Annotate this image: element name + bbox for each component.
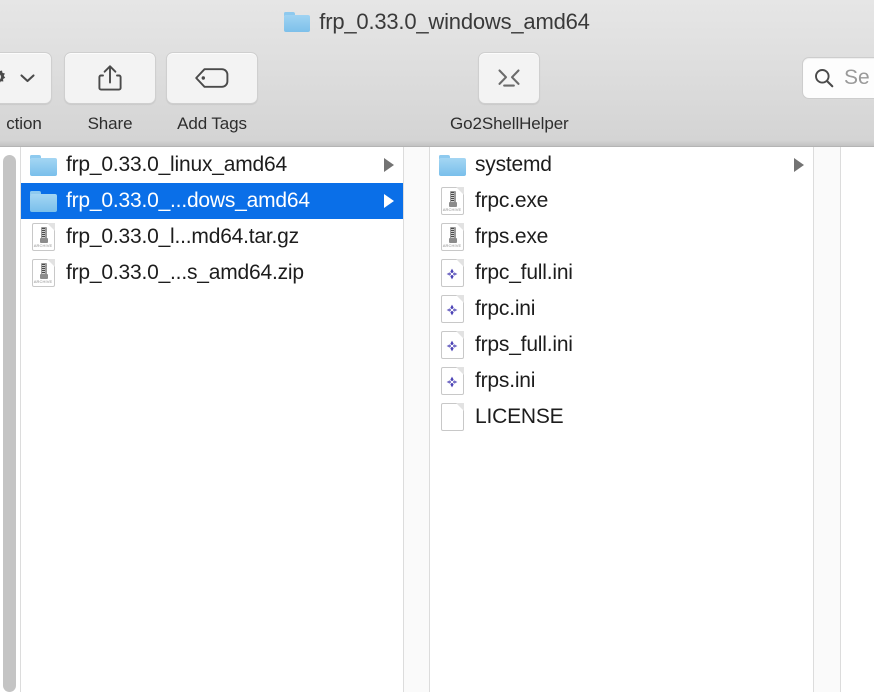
file-row[interactable]: ARCHIVE frps.exe — [430, 219, 813, 255]
vertical-scrollbar[interactable] — [3, 155, 16, 692]
ini-file-icon — [441, 367, 464, 395]
toolbar-label-add-tags: Add Tags — [177, 114, 247, 134]
file-row[interactable]: frps.ini — [430, 363, 813, 399]
file-icon — [438, 151, 466, 179]
file-name: frp_0.33.0_...s_amd64.zip — [66, 261, 378, 285]
search-input[interactable]: Se — [802, 57, 874, 99]
file-name: frp_0.33.0_...dows_amd64 — [66, 189, 378, 213]
disclosure-arrow-icon[interactable] — [384, 158, 394, 172]
file-icon: ARCHIVE — [29, 223, 57, 251]
file-row[interactable]: ARCHIVE frpc.exe — [430, 183, 813, 219]
file-row[interactable]: frp_0.33.0_linux_amd64 — [21, 147, 403, 183]
current-column: systemd ARCHIVE frpc.exe ARCHIVE frps.exe frp… — [430, 147, 813, 692]
file-row[interactable]: systemd — [430, 147, 813, 183]
file-icon: ARCHIVE — [29, 259, 57, 287]
file-icon — [438, 403, 466, 431]
file-name: frp_0.33.0_linux_amd64 — [66, 153, 378, 177]
gear-icon — [0, 66, 10, 90]
ini-file-icon — [441, 295, 464, 323]
toolbar-item-action[interactable]: ction — [0, 52, 52, 134]
file-name: LICENSE — [475, 405, 788, 429]
file-row[interactable]: frp_0.33.0_...dows_amd64 — [21, 183, 403, 219]
add-tags-button[interactable] — [166, 52, 258, 104]
terminal-icon — [492, 64, 526, 92]
document-file-icon — [441, 403, 464, 431]
file-icon: ARCHIVE — [438, 223, 466, 251]
file-name: frpc_full.ini — [475, 261, 788, 285]
file-row[interactable]: frpc_full.ini — [430, 255, 813, 291]
go2shellhelper-button[interactable] — [478, 52, 540, 104]
disclosure-arrow-icon[interactable] — [384, 194, 394, 208]
file-icon — [438, 295, 466, 323]
chevron-down-icon — [19, 72, 36, 84]
file-name: frps.exe — [475, 225, 788, 249]
search-placeholder: Se — [844, 66, 870, 90]
folder-icon — [30, 191, 57, 212]
file-icon — [438, 367, 466, 395]
finder-window: frp_0.33.0_windows_amd64 ction — [0, 0, 874, 692]
share-icon — [97, 63, 123, 93]
page-title: frp_0.33.0_windows_amd64 — [319, 9, 589, 35]
preview-column — [841, 147, 874, 692]
file-name: frp_0.33.0_l...md64.tar.gz — [66, 225, 378, 249]
column-browser: frp_0.33.0_linux_amd64 frp_0.33.0_...dows… — [0, 147, 874, 692]
file-icon — [29, 151, 57, 179]
file-row[interactable]: ARCHIVE frp_0.33.0_l...md64.tar.gz — [21, 219, 403, 255]
file-row[interactable]: frps_full.ini — [430, 327, 813, 363]
folder-icon — [284, 12, 310, 32]
ini-file-icon — [441, 259, 464, 287]
file-icon — [29, 187, 57, 215]
file-row[interactable]: ARCHIVE frp_0.33.0_...s_amd64.zip — [21, 255, 403, 291]
file-row[interactable]: frpc.ini — [430, 291, 813, 327]
file-name: frpc.exe — [475, 189, 788, 213]
file-icon — [438, 331, 466, 359]
archive-file-icon: ARCHIVE — [32, 259, 55, 287]
file-name: frpc.ini — [475, 297, 788, 321]
disclosure-arrow-icon[interactable] — [794, 158, 804, 172]
ini-file-icon — [441, 331, 464, 359]
tag-icon — [193, 66, 231, 90]
toolbar-label-share: Share — [88, 114, 133, 134]
toolbar-item-share[interactable]: Share — [64, 52, 156, 134]
toolbar-item-add-tags[interactable]: Add Tags — [166, 52, 258, 134]
toolbar-label-go2shellhelper: Go2ShellHelper — [450, 114, 569, 134]
window-title-bar: frp_0.33.0_windows_amd64 — [0, 0, 874, 44]
file-name: systemd — [475, 153, 788, 177]
toolbar-label-action: ction — [6, 114, 41, 134]
folder-icon — [439, 155, 466, 176]
archive-file-icon: ARCHIVE — [32, 223, 55, 251]
previous-column — [0, 147, 20, 692]
archive-file-icon: ARCHIVE — [441, 187, 464, 215]
file-icon: ARCHIVE — [438, 187, 466, 215]
column-gutter — [814, 147, 840, 692]
archive-file-icon: ARCHIVE — [441, 223, 464, 251]
share-button[interactable] — [64, 52, 156, 104]
file-icon — [438, 259, 466, 287]
action-button[interactable] — [0, 52, 52, 104]
file-row[interactable]: LICENSE — [430, 399, 813, 435]
column-gutter — [404, 147, 429, 692]
window-toolbar: frp_0.33.0_windows_amd64 ction — [0, 0, 874, 147]
search-icon — [813, 67, 835, 89]
parent-column: frp_0.33.0_linux_amd64 frp_0.33.0_...dows… — [21, 147, 403, 692]
toolbar-item-go2shellhelper[interactable]: Go2ShellHelper — [450, 52, 569, 134]
folder-icon — [30, 155, 57, 176]
file-name: frps.ini — [475, 369, 788, 393]
file-name: frps_full.ini — [475, 333, 788, 357]
